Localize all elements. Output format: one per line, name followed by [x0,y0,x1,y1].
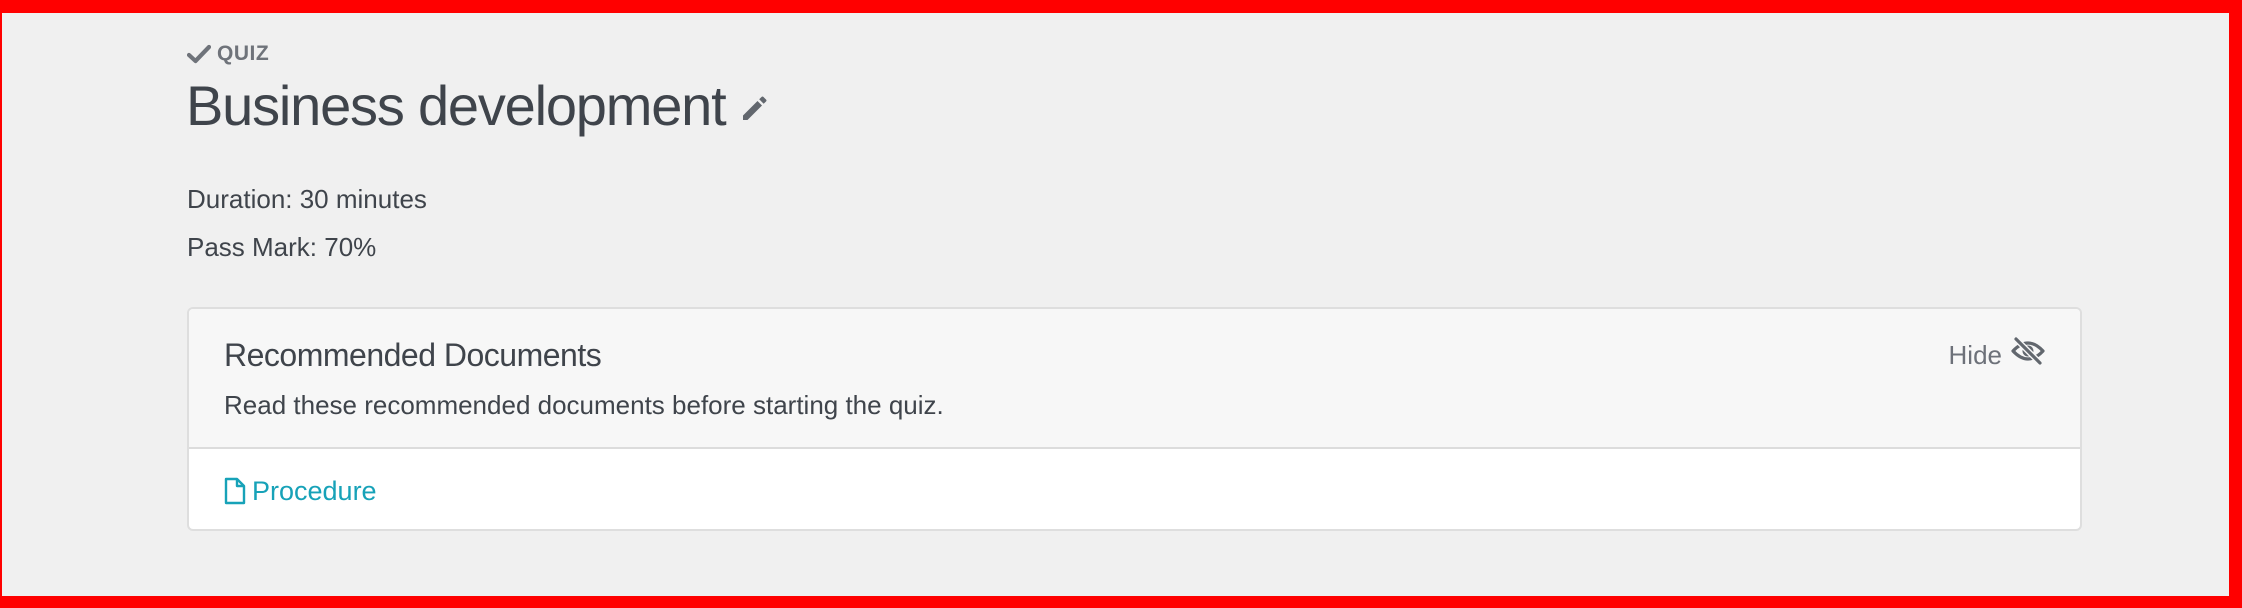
document-link-procedure[interactable]: Procedure [224,474,377,508]
hide-documents-button[interactable]: Hide [1948,336,2046,373]
pass-mark-text: Pass Mark: 70% [187,232,377,262]
duration-text: Duration: 30 minutes [187,184,427,214]
hide-label: Hide [1948,340,2002,370]
recommended-documents-description: Read these recommended documents before … [224,390,944,420]
recommended-documents-title: Recommended Documents [224,337,602,373]
content-type-text: QUIZ [217,42,270,65]
edit-title-button[interactable] [737,94,771,128]
content-type-label: QUIZ [187,41,269,67]
pencil-icon [739,94,769,129]
eye-slash-icon [2010,336,2046,373]
document-link-label: Procedure [252,476,377,506]
page-title: Business development [186,74,727,137]
file-icon [224,477,246,505]
recommended-documents-card: Recommended Documents Read these recomme… [187,307,2082,531]
check-icon [187,44,211,64]
title-row: Business development [186,72,771,140]
recommended-documents-header: Recommended Documents Read these recomme… [189,309,2080,449]
